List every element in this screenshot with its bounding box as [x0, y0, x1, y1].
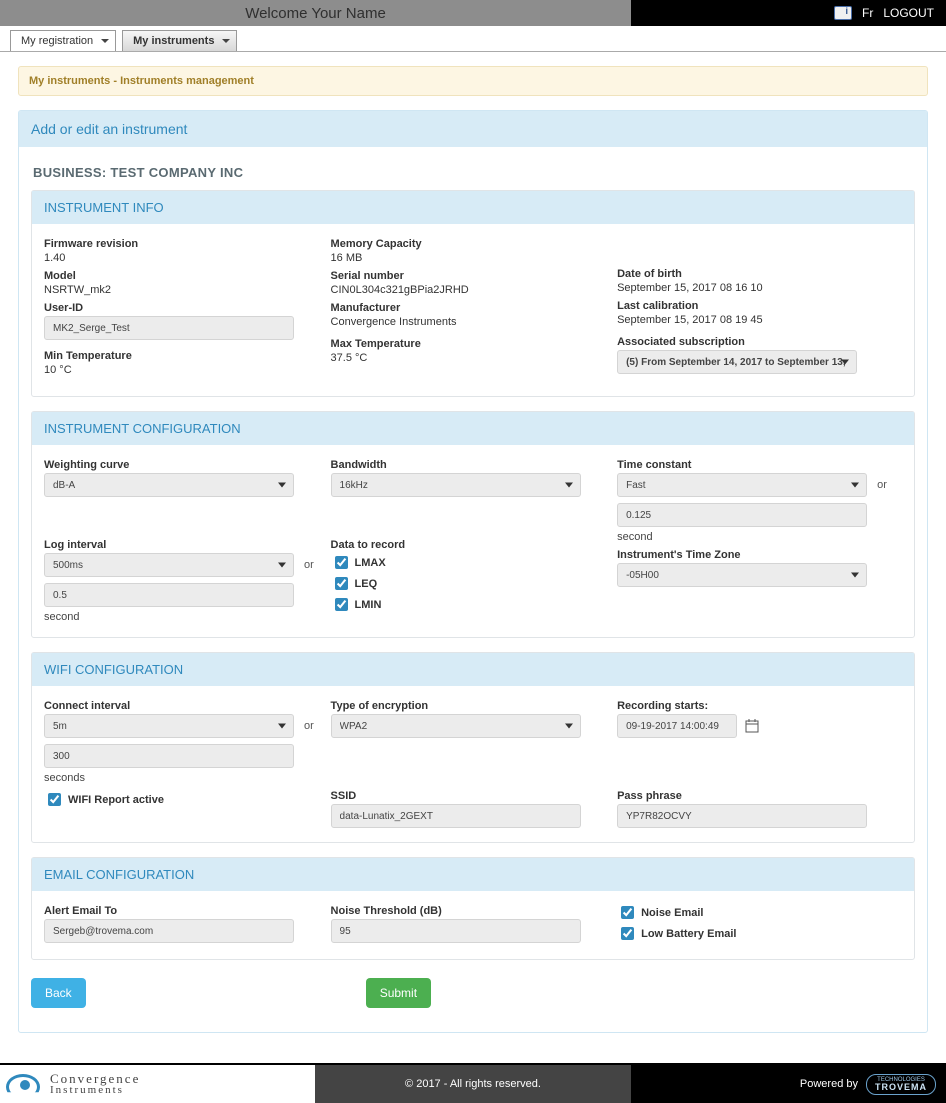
label-min-temp: Min Temperature: [44, 350, 319, 362]
time-zone-select[interactable]: [617, 563, 867, 587]
label-serial: Serial number: [331, 270, 606, 282]
footer-copyright: © 2017 - All rights reserved.: [315, 1065, 631, 1103]
checkbox-low-battery-email[interactable]: Low Battery Email: [617, 924, 892, 943]
value-model: NSRTW_mk2: [44, 284, 319, 296]
submit-button[interactable]: Submit: [366, 978, 431, 1008]
encryption-select[interactable]: [331, 714, 581, 738]
second-unit: second: [44, 611, 319, 623]
value-last-cal: September 15, 2017 08 19 45: [617, 314, 892, 326]
checkbox-lmax[interactable]: LMAX: [331, 553, 606, 572]
help-icon[interactable]: [834, 6, 852, 20]
label-connect-interval: Connect interval: [44, 700, 319, 712]
value-firmware: 1.40: [44, 252, 319, 264]
label-noise-threshold: Noise Threshold (dB): [331, 905, 606, 917]
log-interval-manual-input[interactable]: [44, 583, 294, 607]
or-text: or: [304, 559, 314, 571]
log-interval-select[interactable]: [44, 553, 294, 577]
time-constant-manual-input[interactable]: [617, 503, 867, 527]
alert-email-input[interactable]: [44, 919, 294, 943]
user-id-input[interactable]: [44, 316, 294, 340]
label-last-cal: Last calibration: [617, 300, 892, 312]
value-memory: 16 MB: [331, 252, 606, 264]
chevron-down-icon: [222, 39, 230, 43]
checkbox-leq[interactable]: LEQ: [331, 574, 606, 593]
value-min-temp: 10 °C: [44, 364, 319, 376]
section-wifi-config: WIFI CONFIGURATION Connect interval or: [31, 652, 915, 843]
tab-label: My registration: [21, 35, 93, 47]
label-bandwidth: Bandwidth: [331, 459, 606, 471]
time-constant-select[interactable]: [617, 473, 867, 497]
main-panel: Add or edit an instrument BUSINESS: TEST…: [18, 110, 928, 1033]
label-memory: Memory Capacity: [331, 238, 606, 250]
section-instrument-info: INSTRUMENT INFO Firmware revision 1.40 M…: [31, 190, 915, 397]
section-title: INSTRUMENT CONFIGURATION: [32, 412, 914, 445]
value-manufacturer: Convergence Instruments: [331, 316, 606, 328]
label-dob: Date of birth: [617, 268, 892, 280]
label-time-zone: Instrument's Time Zone: [617, 549, 892, 561]
checkbox-noise-email[interactable]: Noise Email: [617, 903, 892, 922]
label-alert-email: Alert Email To: [44, 905, 319, 917]
label-ssid: SSID: [331, 790, 606, 802]
or-text: or: [304, 720, 314, 732]
second-unit: second: [617, 531, 892, 543]
welcome-text: Welcome Your Name: [245, 5, 386, 22]
value-serial: CIN0L304c321gBPia2JRHD: [331, 284, 606, 296]
business-line: BUSINESS: TEST COMPANY INC: [31, 157, 915, 190]
page-content: My instruments - Instruments management …: [0, 52, 946, 1063]
footer: Convergence Instruments © 2017 - All rig…: [0, 1063, 946, 1103]
seconds-unit: seconds: [44, 772, 319, 784]
welcome-banner: Welcome Your Name: [0, 0, 631, 26]
value-dob: September 15, 2017 08 16 10: [617, 282, 892, 294]
breadcrumb: My instruments - Instruments management: [18, 66, 928, 96]
checkbox-wifi-report[interactable]: WIFI Report active: [44, 790, 319, 809]
section-title: WIFI CONFIGURATION: [32, 653, 914, 686]
value-max-temp: 37.5 °C: [331, 352, 606, 364]
footer-brand: Convergence Instruments: [0, 1065, 315, 1103]
section-title: INSTRUMENT INFO: [32, 191, 914, 224]
label-user-id: User-ID: [44, 302, 319, 314]
trovema-logo: TECHNOLOGIES TROVEMA: [866, 1074, 936, 1095]
weighting-select[interactable]: [44, 473, 294, 497]
label-log-interval: Log interval: [44, 539, 319, 551]
section-title: EMAIL CONFIGURATION: [32, 858, 914, 891]
tab-my-registration[interactable]: My registration: [10, 30, 116, 51]
label-assoc-sub: Associated subscription: [617, 336, 892, 348]
ssid-input[interactable]: [331, 804, 581, 828]
passphrase-input[interactable]: [617, 804, 867, 828]
logout-link[interactable]: LOGOUT: [883, 6, 934, 20]
tab-strip: My registration My instruments: [0, 26, 946, 52]
connect-interval-manual-input[interactable]: [44, 744, 294, 768]
top-bar-right: Fr LOGOUT: [631, 0, 946, 26]
tab-my-instruments[interactable]: My instruments: [122, 30, 237, 51]
section-instrument-config: INSTRUMENT CONFIGURATION Weighting curve…: [31, 411, 915, 638]
footer-powered: Powered by TECHNOLOGIES TROVEMA: [631, 1065, 946, 1103]
label-time-constant: Time constant: [617, 459, 892, 471]
label-model: Model: [44, 270, 319, 282]
panel-title: Add or edit an instrument: [19, 111, 927, 147]
language-toggle[interactable]: Fr: [862, 6, 873, 20]
label-data-to-record: Data to record: [331, 539, 606, 551]
label-weighting: Weighting curve: [44, 459, 319, 471]
bandwidth-select[interactable]: [331, 473, 581, 497]
section-email-config: EMAIL CONFIGURATION Alert Email To Noise…: [31, 857, 915, 960]
label-recording-starts: Recording starts:: [617, 700, 892, 712]
tab-label: My instruments: [133, 35, 214, 47]
back-button[interactable]: Back: [31, 978, 86, 1008]
connect-interval-select[interactable]: [44, 714, 294, 738]
chevron-down-icon: [101, 39, 109, 43]
or-text: or: [877, 479, 887, 491]
checkbox-lmin[interactable]: LMIN: [331, 595, 606, 614]
label-passphrase: Pass phrase: [617, 790, 892, 802]
top-bar: Welcome Your Name Fr LOGOUT: [0, 0, 946, 26]
label-max-temp: Max Temperature: [331, 338, 606, 350]
assoc-sub-select[interactable]: [617, 350, 857, 374]
label-encryption: Type of encryption: [331, 700, 606, 712]
calendar-icon[interactable]: [743, 717, 761, 735]
recording-starts-input[interactable]: [617, 714, 737, 738]
label-firmware: Firmware revision: [44, 238, 319, 250]
noise-threshold-input[interactable]: [331, 919, 581, 943]
ci-logo-icon: [6, 1070, 42, 1098]
label-manufacturer: Manufacturer: [331, 302, 606, 314]
